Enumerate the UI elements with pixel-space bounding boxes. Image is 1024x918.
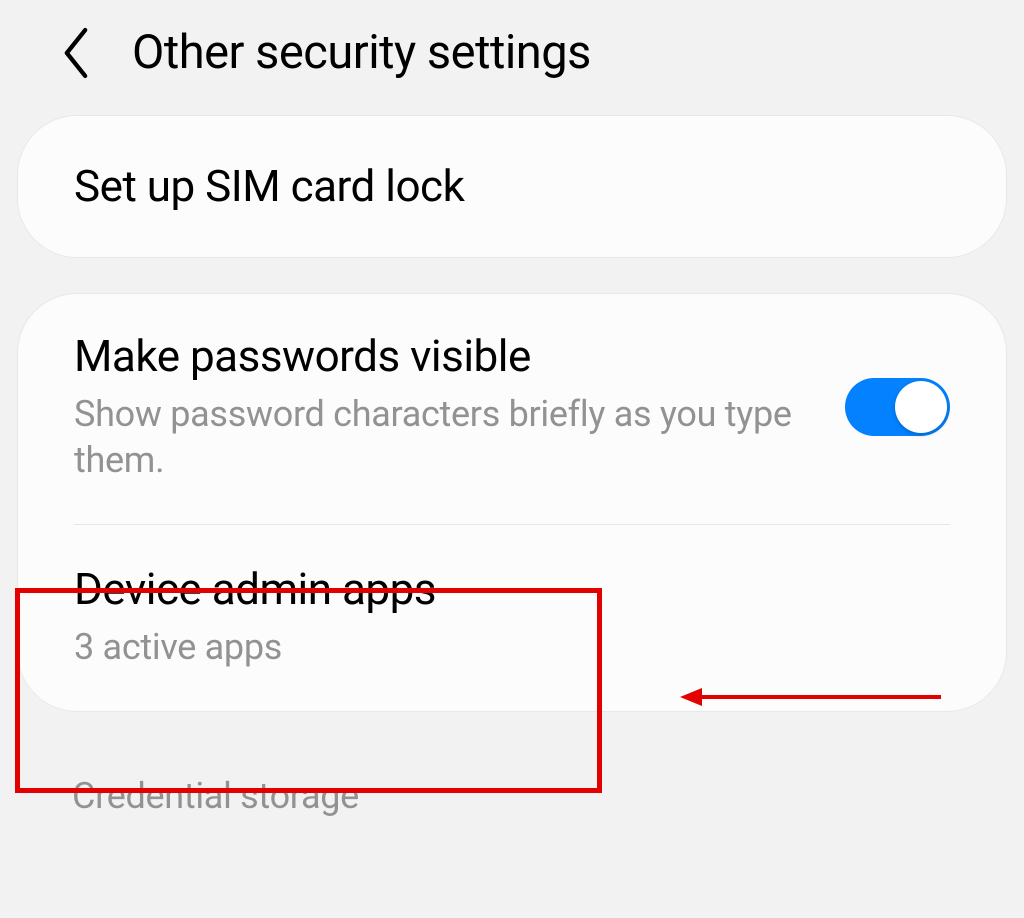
passwords-toggle[interactable] [845, 378, 950, 436]
header-bar: Other security settings [0, 0, 1024, 115]
chevron-left-icon [60, 27, 92, 79]
device-admin-title: Device admin apps [74, 563, 950, 616]
sim-card-section: Set up SIM card lock [17, 115, 1007, 258]
credential-storage-header: Credential storage [0, 747, 1024, 837]
sim-card-lock-title: Set up SIM card lock [74, 160, 950, 213]
device-admin-subtitle: 3 active apps [74, 624, 950, 671]
passwords-subtitle: Show password characters briefly as you … [74, 391, 805, 485]
make-passwords-visible-item[interactable]: Make passwords visible Show password cha… [18, 294, 1006, 524]
page-title: Other security settings [132, 25, 591, 80]
passwords-text-container: Make passwords visible Show password cha… [74, 330, 805, 484]
sim-card-lock-item[interactable]: Set up SIM card lock [18, 116, 1006, 257]
back-button[interactable] [60, 27, 92, 79]
passwords-title: Make passwords visible [74, 330, 805, 383]
passwords-admin-section: Make passwords visible Show password cha… [17, 293, 1007, 712]
device-admin-apps-item[interactable]: Device admin apps 3 active apps [18, 525, 1006, 711]
